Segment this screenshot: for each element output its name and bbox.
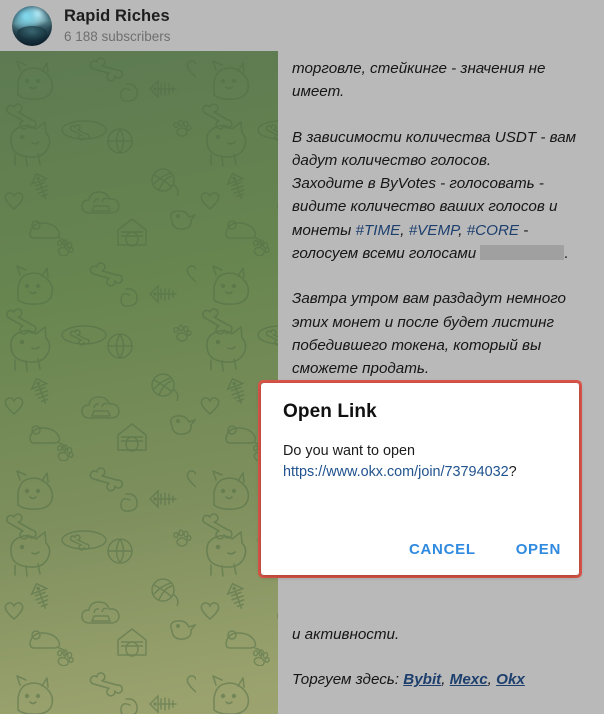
separator: , bbox=[441, 671, 450, 689]
hashtag-prefix: монеты bbox=[292, 221, 356, 239]
separator: , bbox=[458, 221, 467, 239]
subscriber-count: 6 188 subscribers bbox=[64, 28, 171, 44]
suffix: - bbox=[519, 221, 529, 239]
hashtag-vemp[interactable]: #VEMP bbox=[409, 222, 459, 239]
hashtag-core[interactable]: #CORE bbox=[467, 222, 519, 239]
message-line: победившего токена, который вы bbox=[292, 336, 542, 354]
channel-header[interactable]: Rapid Riches 6 188 subscribers bbox=[0, 0, 604, 51]
trade-label: Торгуем здесь: bbox=[292, 671, 404, 689]
message-line: видите количество ваших голосов и bbox=[292, 198, 558, 216]
message-line: дадут количество голосов. bbox=[292, 151, 492, 169]
message-line: этих монет и после будет листинг bbox=[292, 313, 554, 331]
message-line: и активности. bbox=[292, 626, 400, 644]
avatar[interactable] bbox=[12, 5, 52, 46]
link-mexc[interactable]: Mexc bbox=[450, 671, 488, 688]
page-title: Rapid Riches bbox=[64, 6, 170, 25]
highlight-frame: Open Link Do you want to open https://ww… bbox=[258, 380, 582, 578]
dialog-actions: CANCEL OPEN bbox=[409, 541, 561, 558]
channel-info: Rapid Riches 6 188 subscribers bbox=[64, 7, 171, 44]
redacted-block bbox=[480, 245, 565, 261]
separator: , bbox=[400, 221, 409, 239]
dialog-message: Do you want to open https://www.okx.com/… bbox=[283, 441, 557, 483]
hashtag-time[interactable]: #TIME bbox=[356, 222, 401, 239]
redaction-prefix: голосуем всеми голосами bbox=[292, 245, 481, 263]
message-line: Заходите в ByVotes - голосовать - bbox=[292, 175, 544, 193]
dialog-question-end: ? bbox=[508, 464, 517, 480]
message-line-hashtags: монеты #TIME, #VEMP, #CORE - bbox=[292, 219, 590, 242]
dialog-question: Do you want to open bbox=[283, 443, 416, 459]
link-bybit[interactable]: Bybit bbox=[403, 671, 441, 688]
dialog-url: https://www.okx.com/join/73794032 bbox=[283, 464, 509, 480]
message-line-trade-links: Торгуем здесь: Bybit, Mexc, Okx bbox=[292, 668, 590, 691]
message-line: Завтра утром вам раздадут немного bbox=[292, 290, 566, 308]
message-line: имеет. bbox=[292, 83, 345, 101]
dialog-title: Open Link bbox=[283, 401, 377, 422]
open-button[interactable]: OPEN bbox=[516, 541, 561, 558]
cancel-button[interactable]: CANCEL bbox=[409, 541, 476, 558]
open-link-dialog[interactable]: Open Link Do you want to open https://ww… bbox=[261, 383, 579, 575]
separator: , bbox=[487, 671, 497, 689]
message-line-redacted: голосуем всеми голосами . bbox=[292, 242, 590, 265]
redaction-suffix: . bbox=[564, 245, 569, 263]
link-okx[interactable]: Okx bbox=[496, 671, 525, 688]
message-line: В зависимости количества USDT - вам bbox=[292, 128, 577, 146]
message-line: сможете продать. bbox=[292, 360, 430, 378]
message-line: торговле, стейкинге - значения не bbox=[292, 60, 546, 77]
